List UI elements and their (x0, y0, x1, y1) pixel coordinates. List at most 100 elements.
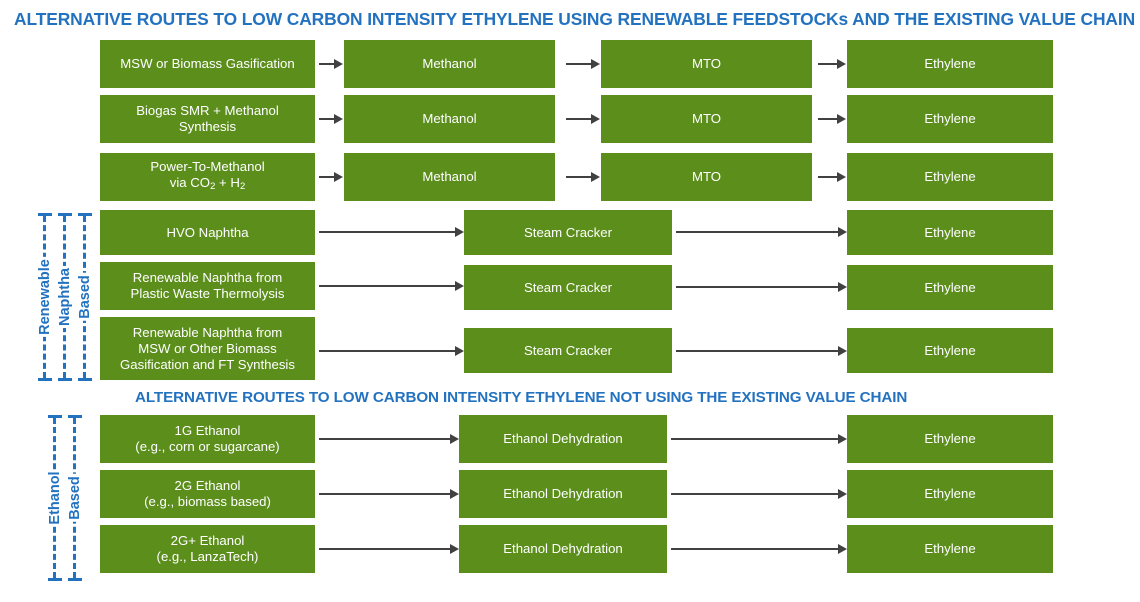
product-box-ethylene[interactable]: Ethylene (847, 265, 1053, 310)
arrow-steam-cracker-to-ethylene (676, 280, 847, 294)
conversion-label: MTO (691, 111, 722, 126)
feedstock-box-plastic-waste-thermolysis[interactable]: Renewable Naphtha from Plastic Waste The… (100, 262, 315, 310)
feedstock-label-line2: (e.g., biomass based) (144, 494, 271, 509)
product-box-ethylene[interactable]: Ethylene (847, 153, 1053, 201)
process-label: Steam Cracker (524, 342, 612, 358)
feedstock-label-line1: 2G+ Ethanol (170, 533, 245, 548)
bracket-cap-bottom (68, 578, 82, 581)
bracket-based-naphtha: Based (77, 213, 93, 381)
product-box-ethylene[interactable]: Ethylene (847, 415, 1053, 463)
intermediate-label: Methanol (422, 169, 477, 184)
process-box-steam-cracker[interactable]: Steam Cracker (464, 328, 672, 373)
arrow-feedstock-to-steam-cracker (319, 279, 464, 293)
feedstock-box-2gplus-ethanol[interactable]: 2G+ Ethanol (e.g., LanzaTech) (100, 525, 315, 573)
product-label: Ethylene (924, 431, 976, 446)
process-label: Ethanol Dehydration (503, 486, 623, 501)
process-label: Steam Cracker (524, 224, 612, 240)
feedstock-label-line1: 1G Ethanol (174, 423, 241, 438)
product-label: Ethylene (924, 541, 976, 556)
feedstock-box-msw-gasification[interactable]: MSW or Biomass Gasification (100, 40, 315, 88)
feedstock-label-line2: MSW or Other Biomass (138, 340, 277, 356)
arrow-mto-to-ethylene (818, 170, 846, 184)
feedstock-label-line1: HVO Naphtha (166, 224, 249, 240)
process-box-ethanol-dehydration[interactable]: Ethanol Dehydration (459, 525, 667, 573)
page-title: ALTERNATIVE ROUTES TO LOW CARBON INTENSI… (14, 9, 1136, 29)
arrow-feedstock-to-methanol (319, 112, 343, 126)
arrow-steam-cracker-to-ethylene (676, 344, 847, 358)
bracket-cap-bottom (38, 378, 52, 381)
arrow-mto-to-ethylene (818, 112, 846, 126)
process-box-ethanol-dehydration[interactable]: Ethanol Dehydration (459, 415, 667, 463)
feedstock-box-1g-ethanol[interactable]: 1G Ethanol (e.g., corn or sugarcane) (100, 415, 315, 463)
arrow-mto-to-ethylene (818, 57, 846, 71)
arrow-feedstock-to-methanol (319, 57, 343, 71)
arrow-feedstock-to-dehydration (319, 542, 459, 556)
intermediate-label: Methanol (422, 56, 477, 71)
feedstock-box-power-to-methanol[interactable]: Power-To-Methanol via CO2 + H2 (100, 153, 315, 201)
bracket-label-based: Based (77, 273, 93, 321)
product-box-ethylene[interactable]: Ethylene (847, 328, 1053, 373)
product-label: Ethylene (924, 169, 976, 184)
bracket-renewable: Renewable (37, 213, 53, 381)
feedstock-box-biogas-smr[interactable]: Biogas SMR + Methanol Synthesis (100, 95, 315, 143)
feedstock-label-line1: Power-To-Methanol (150, 158, 265, 174)
feedstock-label-line1: Biogas SMR + Methanol (136, 103, 279, 118)
feedstock-label-line2: Synthesis (178, 119, 237, 134)
intermediate-box-methanol[interactable]: Methanol (344, 40, 555, 88)
bracket-label-based: Based (67, 474, 83, 522)
feedstock-box-2g-ethanol[interactable]: 2G Ethanol (e.g., biomass based) (100, 470, 315, 518)
product-label: Ethylene (924, 342, 976, 358)
feedstock-label-line2: Plastic Waste Thermolysis (130, 286, 285, 301)
feedstock-label-line1: 2G Ethanol (174, 478, 241, 493)
bracket-label-ethanol: Ethanol (47, 469, 63, 527)
bracket-label-renewable: Renewable (37, 257, 53, 337)
bracket-ethanol: Ethanol (47, 415, 63, 581)
feedstock-box-hvo-naphtha[interactable]: HVO Naphtha (100, 210, 315, 255)
arrow-dehydration-to-ethylene (671, 542, 847, 556)
product-box-ethylene[interactable]: Ethylene (847, 525, 1053, 573)
arrow-feedstock-to-dehydration (319, 487, 459, 501)
product-label: Ethylene (924, 111, 976, 126)
feedstock-label-line1: MSW or Biomass Gasification (120, 56, 295, 71)
conversion-box-mto[interactable]: MTO (601, 40, 812, 88)
intermediate-box-methanol[interactable]: Methanol (344, 153, 555, 201)
feedstock-label-line1: Renewable Naphtha from (132, 270, 283, 285)
process-label: Ethanol Dehydration (503, 431, 623, 446)
arrow-feedstock-to-dehydration (319, 432, 459, 446)
process-box-ethanol-dehydration[interactable]: Ethanol Dehydration (459, 470, 667, 518)
arrow-feedstock-to-steam-cracker (319, 344, 464, 358)
bracket-based-ethanol: Based (67, 415, 83, 581)
product-box-ethylene[interactable]: Ethylene (847, 95, 1053, 143)
product-label: Ethylene (924, 279, 976, 295)
conversion-label: MTO (691, 169, 722, 184)
feedstock-label-line1: Renewable Naphtha from (132, 324, 283, 340)
feedstock-label-line2: via CO2 + H2 (169, 174, 246, 193)
product-box-ethylene[interactable]: Ethylene (847, 470, 1053, 518)
feedstock-label-line2: (e.g., LanzaTech) (156, 549, 259, 564)
intermediate-label: Methanol (422, 111, 477, 126)
feedstock-box-msw-ft-synthesis[interactable]: Renewable Naphtha from MSW or Other Biom… (100, 317, 315, 380)
arrow-steam-cracker-to-ethylene (676, 225, 847, 239)
product-box-ethylene[interactable]: Ethylene (847, 40, 1053, 88)
arrow-methanol-to-mto (566, 57, 600, 71)
process-label: Ethanol Dehydration (503, 541, 623, 556)
conversion-box-mto[interactable]: MTO (601, 95, 812, 143)
bracket-label-naphtha: Naphtha (57, 266, 73, 328)
intermediate-box-methanol[interactable]: Methanol (344, 95, 555, 143)
feedstock-label-line2: (e.g., corn or sugarcane) (135, 439, 280, 454)
bracket-cap-bottom (48, 578, 62, 581)
conversion-box-mto[interactable]: MTO (601, 153, 812, 201)
process-box-steam-cracker[interactable]: Steam Cracker (464, 210, 672, 255)
arrow-dehydration-to-ethylene (671, 487, 847, 501)
section-title-not-existing-value-chain: ALTERNATIVE ROUTES TO LOW CARBON INTENSI… (135, 389, 908, 406)
arrow-methanol-to-mto (566, 112, 600, 126)
arrow-dehydration-to-ethylene (671, 432, 847, 446)
arrow-feedstock-to-methanol (319, 170, 343, 184)
product-label: Ethylene (924, 224, 976, 240)
conversion-label: MTO (691, 56, 722, 71)
arrow-methanol-to-mto (566, 170, 600, 184)
process-box-steam-cracker[interactable]: Steam Cracker (464, 265, 672, 310)
product-box-ethylene[interactable]: Ethylene (847, 210, 1053, 255)
arrow-feedstock-to-steam-cracker (319, 225, 464, 239)
diagram-canvas: ALTERNATIVE ROUTES TO LOW CARBON INTENSI… (0, 0, 1140, 602)
